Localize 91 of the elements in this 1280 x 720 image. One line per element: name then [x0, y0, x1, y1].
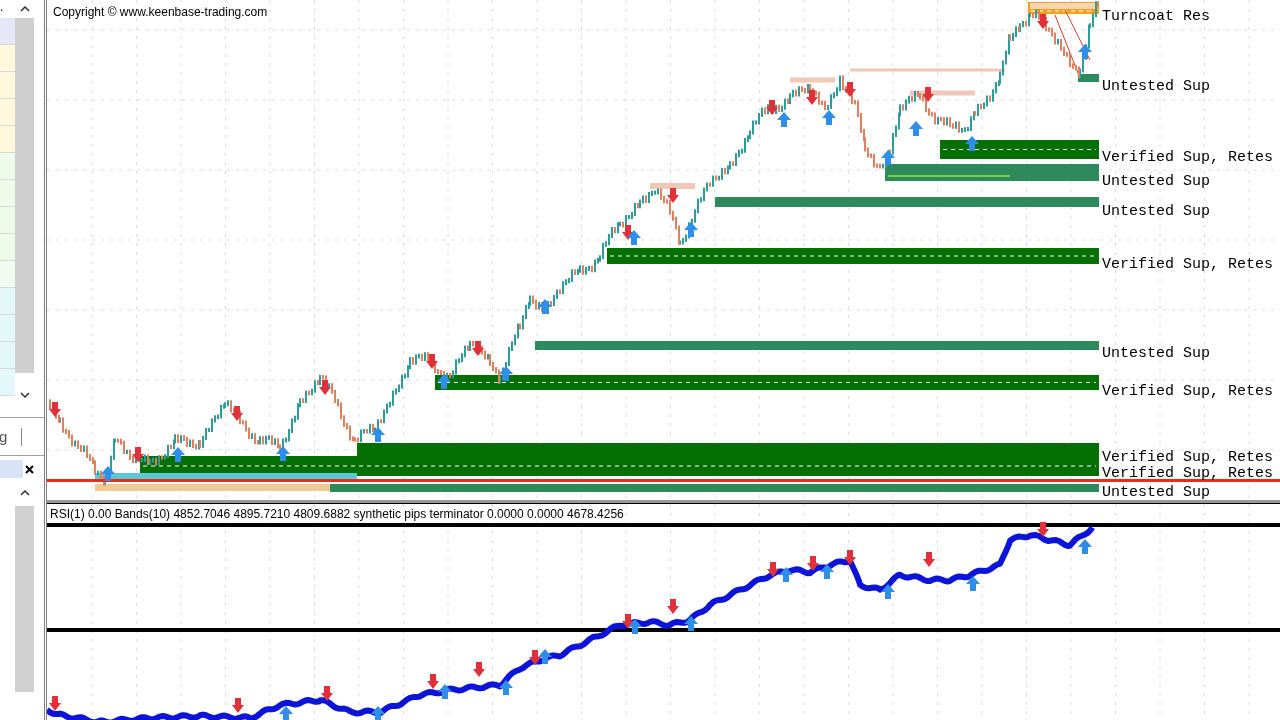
support-zone: [1078, 74, 1099, 82]
scrollbar-thumb[interactable]: [15, 506, 34, 692]
list-row[interactable]: [0, 99, 15, 126]
copyright-text: Copyright © www.keenbase-trading.com: [53, 5, 268, 19]
up-arrow-icon: [881, 150, 895, 165]
down-arrow-icon: [667, 599, 679, 614]
down-arrow-icon: [473, 662, 485, 677]
up-arrow-icon: [276, 446, 290, 461]
list-row[interactable]: [0, 153, 15, 180]
up-arrow-icon: [438, 684, 452, 699]
up-arrow-icon: [777, 112, 791, 127]
tab-label[interactable]: g: [0, 429, 21, 444]
down-arrow-icon: [472, 341, 484, 356]
down-arrow-icon: [529, 650, 541, 665]
zone-label: Untested Sup: [1102, 485, 1211, 500]
list-row[interactable]: [0, 126, 15, 153]
down-arrow-icon: [231, 406, 243, 421]
up-arrow-icon: [881, 584, 895, 599]
down-arrow-icon: [767, 562, 779, 577]
list-row[interactable]: [0, 18, 15, 45]
up-arrow-icon: [171, 447, 185, 462]
up-arrow-icon: [909, 121, 923, 136]
resistance-line: [910, 90, 975, 96]
up-arrow-icon: [1078, 44, 1092, 59]
list-text: .: [0, 0, 4, 14]
down-arrow-icon: [922, 87, 934, 102]
up-arrow-icon: [779, 567, 793, 582]
panel-title-bar: [0, 460, 23, 478]
down-arrow-icon: [49, 696, 61, 711]
list-row[interactable]: [0, 315, 15, 342]
up-arrow-icon: [820, 564, 834, 579]
down-arrow-icon: [232, 698, 244, 713]
zone-label: Verified Sup, Retes: [1102, 257, 1274, 272]
zone-label: Untested Sup: [1102, 346, 1211, 361]
close-icon[interactable]: [25, 464, 34, 474]
scroll-down-icon[interactable]: [19, 392, 30, 398]
up-arrow-icon: [371, 706, 385, 720]
down-arrow-icon: [49, 402, 61, 417]
up-arrow-icon: [279, 706, 293, 720]
up-arrow-icon: [101, 466, 115, 481]
zone-label: Verified Sup, Retes: [1102, 466, 1274, 481]
up-arrow-icon: [822, 110, 836, 125]
up-arrow-icon: [684, 616, 698, 631]
zone-label: Turncoat Res: [1102, 9, 1211, 24]
scroll-up-icon[interactable]: [19, 6, 30, 12]
list-row[interactable]: [0, 72, 15, 99]
zone-label: Untested Sup: [1102, 174, 1211, 189]
list-row[interactable]: [0, 207, 15, 234]
up-arrow-icon: [627, 230, 641, 245]
up-arrow-icon: [371, 427, 385, 442]
up-arrow-icon: [538, 299, 552, 314]
down-arrow-icon: [1037, 14, 1049, 29]
down-arrow-icon: [844, 550, 856, 565]
up-arrow-icon: [965, 136, 979, 151]
scrollbar-thumb[interactable]: [15, 18, 34, 373]
down-arrow-icon: [622, 614, 634, 629]
down-arrow-icon: [667, 188, 679, 203]
zone-label: Verified Sup, Retes: [1102, 150, 1274, 165]
down-arrow-icon: [1037, 522, 1049, 537]
up-arrow-icon: [437, 374, 451, 389]
down-arrow-icon: [807, 556, 819, 571]
zone-label: Untested Sup: [1102, 79, 1211, 94]
down-arrow-icon: [132, 447, 144, 462]
list-row[interactable]: [0, 342, 15, 369]
up-arrow-icon: [966, 576, 980, 591]
zone-label: Untested Sup: [1102, 204, 1211, 219]
list-row[interactable]: [0, 180, 15, 207]
list-row[interactable]: [0, 288, 15, 315]
up-arrow-icon: [1078, 539, 1092, 554]
down-arrow-icon: [321, 686, 333, 701]
down-arrow-icon: [766, 100, 778, 115]
up-arrow-icon: [684, 222, 698, 237]
list-row[interactable]: [0, 261, 15, 288]
up-arrow-icon: [538, 649, 552, 664]
down-arrow-icon: [427, 674, 439, 689]
up-arrow-icon: [628, 619, 642, 634]
list-row[interactable]: [0, 234, 15, 261]
down-arrow-icon: [806, 90, 818, 105]
resistance-line: [650, 183, 695, 189]
down-arrow-icon: [844, 82, 856, 97]
list-row[interactable]: [0, 45, 15, 72]
up-arrow-icon: [499, 680, 513, 695]
scroll-up-icon[interactable]: [19, 490, 30, 496]
down-arrow-icon: [426, 354, 438, 369]
zone-label: Verified Sup, Retes: [1102, 450, 1274, 465]
down-arrow-icon: [319, 380, 331, 395]
zone-label: Verified Sup, Retes: [1102, 384, 1274, 399]
down-arrow-icon: [923, 552, 935, 567]
up-arrow-icon: [499, 366, 513, 381]
indicator-legend: RSI(1) 0.00 Bands(10) 4852.7046 4895.7210 4809.6882 synthetic pips terminator 0.0000 0.0000 4678.4256: [50, 507, 624, 521]
resistance-line: [790, 77, 835, 83]
